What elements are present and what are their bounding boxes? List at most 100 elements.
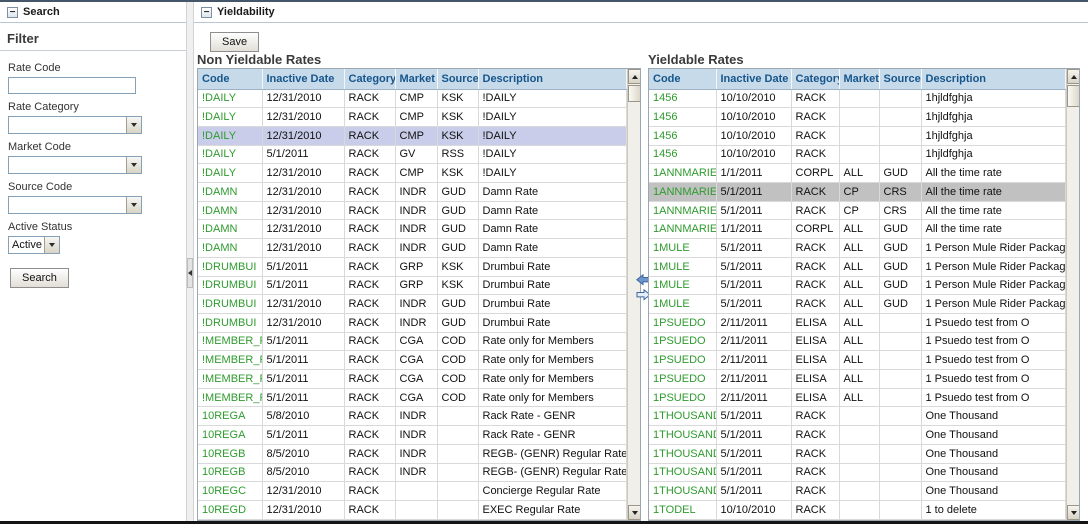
table-row[interactable]: 1THOUSAND5/1/2011RACKOne Thousand	[649, 463, 1066, 482]
non-yieldable-rates-title: Non Yieldable Rates	[197, 52, 321, 67]
column-header-inactive-date[interactable]: Inactive Date	[262, 69, 344, 89]
rate-code-input[interactable]	[8, 77, 136, 94]
column-header-category[interactable]: Category	[791, 69, 839, 89]
table-row[interactable]: 145610/10/2010RACK1hjldfghja	[649, 126, 1066, 145]
cell-code: 1ANNMARIE	[649, 164, 716, 183]
table-row[interactable]: !DRUMBUI5/1/2011RACKGRPKSKDrumbui Rate	[198, 257, 627, 276]
table-row[interactable]: !DAMN12/31/2010RACKINDRGUDDamn Rate	[198, 183, 627, 202]
source-code-select[interactable]	[8, 196, 142, 214]
splitter-collapse-handle[interactable]	[187, 258, 193, 288]
column-header-code[interactable]: Code	[649, 69, 716, 89]
table-row[interactable]: 1ANNMARIE5/1/2011RACKCPCRSAll the time r…	[649, 183, 1066, 202]
table-row[interactable]: 10REGB8/5/2010RACKINDRREGB- (GENR) Regul…	[198, 444, 627, 463]
cell-inactive-date: 5/1/2011	[262, 426, 344, 445]
column-header-inactive-date[interactable]: Inactive Date	[716, 69, 791, 89]
column-header-description[interactable]: Description	[921, 69, 1066, 89]
dropdown-arrow-icon[interactable]	[44, 237, 59, 253]
table-row[interactable]: 10REGA5/1/2011RACKINDRRack Rate - GENR	[198, 426, 627, 445]
table-row[interactable]: 1ANNMARIE1/1/2011CORPLALLGUDAll the time…	[649, 220, 1066, 239]
table-row[interactable]: 1THOUSAND5/1/2011RACKOne Thousand	[649, 444, 1066, 463]
cell-code: 1TODEL	[649, 500, 716, 519]
table-row[interactable]: 145610/10/2010RACK1hjldfghja	[649, 108, 1066, 127]
table-row[interactable]: 1PSUEDO2/11/2011ELISAALL1 Psuedo test fr…	[649, 351, 1066, 370]
table-row[interactable]: 1PSUEDO2/11/2011ELISAALL1 Psuedo test fr…	[649, 332, 1066, 351]
table-row[interactable]: !DAILY12/31/2010RACKCMPKSK!DAILY	[198, 89, 627, 108]
table-row[interactable]: 1PSUEDO2/11/2011ELISAALL1 Psuedo test fr…	[649, 313, 1066, 332]
cell-source: GUD	[879, 276, 921, 295]
market-code-select[interactable]	[8, 156, 142, 174]
scrollbar-thumb[interactable]	[1067, 85, 1080, 107]
scroll-up-button[interactable]	[1067, 69, 1080, 84]
column-header-market[interactable]: Market	[395, 69, 437, 89]
scrollbar-thumb[interactable]	[628, 85, 641, 102]
collapse-icon[interactable]: −	[201, 7, 212, 18]
cell-inactive-date: 5/1/2011	[716, 407, 791, 426]
rate-category-select[interactable]	[8, 116, 142, 134]
cell-inactive-date: 5/1/2011	[262, 332, 344, 351]
cell-description: All the time rate	[921, 164, 1066, 183]
table-row[interactable]: 145610/10/2010RACK1hjldfghja	[649, 89, 1066, 108]
dropdown-arrow-icon[interactable]	[126, 117, 141, 133]
table-row[interactable]: 1TODEL10/10/2010RACK1 to delete	[649, 500, 1066, 519]
table-row[interactable]: 1PSUEDO2/11/2011ELISAALL1 Psuedo test fr…	[649, 370, 1066, 389]
table-row[interactable]: !DRUMBUI5/1/2011RACKGRPKSKDrumbui Rate	[198, 276, 627, 295]
table-row[interactable]: 10REGA5/8/2010RACKINDRRack Rate - GENR	[198, 407, 627, 426]
scroll-down-button[interactable]	[628, 505, 641, 520]
column-header-source[interactable]: Source	[879, 69, 921, 89]
cell-category: RACK	[791, 183, 839, 202]
cell-description: !DAILY	[478, 145, 627, 164]
save-button[interactable]: Save	[210, 32, 259, 52]
table-row[interactable]: !DAILY5/1/2011RACKGVRSS!DAILY	[198, 145, 627, 164]
cell-source: GUD	[437, 239, 478, 258]
table-row[interactable]: 1ANNMARIE5/1/2011RACKCPCRSAll the time r…	[649, 201, 1066, 220]
table-row[interactable]: 10REGD12/31/2010RACKEXEC Regular Rate	[198, 500, 627, 519]
table-row[interactable]: 1MULE5/1/2011RACKALLGUD1 Person Mule Rid…	[649, 239, 1066, 258]
table-row[interactable]: 10REGC12/31/2010RACKConcierge Regular Ra…	[198, 482, 627, 501]
cell-market: CMP	[395, 126, 437, 145]
table-row[interactable]: 1PSUEDO2/11/2011ELISAALL1 Psuedo test fr…	[649, 388, 1066, 407]
table-row[interactable]: 1THOUSAND5/1/2011RACKOne Thousand	[649, 407, 1066, 426]
table-row[interactable]: 1ANNMARIE1/1/2011CORPLALLGUDAll the time…	[649, 164, 1066, 183]
column-header-category[interactable]: Category	[344, 69, 395, 89]
dropdown-arrow-icon[interactable]	[126, 197, 141, 213]
table-row[interactable]: !MEMBER_RA...5/1/2011RACKCGACODRate only…	[198, 332, 627, 351]
table-row[interactable]: 10REGB8/5/2010RACKINDRREGB- (GENR) Regul…	[198, 463, 627, 482]
table-row[interactable]: !DAILY12/31/2010RACKCMPKSK!DAILY	[198, 164, 627, 183]
table-row[interactable]: 145610/10/2010RACK1hjldfghja	[649, 145, 1066, 164]
table-row[interactable]: !MEMBER_RA...5/1/2011RACKCGACODRate only…	[198, 388, 627, 407]
scroll-up-button[interactable]	[628, 69, 641, 84]
cell-category: RACK	[344, 407, 395, 426]
panel-splitter[interactable]	[186, 2, 194, 521]
column-header-description[interactable]: Description	[478, 69, 627, 89]
collapse-icon[interactable]: −	[7, 7, 18, 18]
dropdown-arrow-icon[interactable]	[126, 157, 141, 173]
table-row[interactable]: 1MULE5/1/2011RACKALLGUD1 Person Mule Rid…	[649, 257, 1066, 276]
table-row[interactable]: !MEMBER_RA...5/1/2011RACKCGACODRate only…	[198, 370, 627, 389]
column-header-source[interactable]: Source	[437, 69, 478, 89]
table-row[interactable]: !DAMN12/31/2010RACKINDRGUDDamn Rate	[198, 220, 627, 239]
table-row[interactable]: 1MULE5/1/2011RACKALLGUD1 Person Mule Rid…	[649, 276, 1066, 295]
search-button[interactable]: Search	[10, 268, 69, 288]
table-row[interactable]: !DAILY12/31/2010RACKCMPKSK!DAILY	[198, 108, 627, 127]
cell-source	[879, 444, 921, 463]
table-row[interactable]: 1THOUSAND5/1/2011RACKOne Thousand	[649, 426, 1066, 445]
search-panel-header[interactable]: − Search	[0, 2, 186, 23]
column-header-market[interactable]: Market	[839, 69, 879, 89]
cell-code: !DRUMBUI	[198, 276, 262, 295]
table-row[interactable]: !DRUMBUI12/31/2010RACKINDRGUDDrumbui Rat…	[198, 313, 627, 332]
vertical-scrollbar[interactable]	[1066, 69, 1080, 520]
table-row[interactable]: 1THOUSAND5/1/2011RACKOne Thousand	[649, 482, 1066, 501]
table-row[interactable]: !DAMN12/31/2010RACKINDRGUDDamn Rate	[198, 239, 627, 258]
table-row[interactable]: !DAILY12/31/2010RACKCMPKSK!DAILY	[198, 126, 627, 145]
scroll-down-button[interactable]	[1067, 505, 1080, 520]
active-status-select[interactable]: Active	[8, 236, 60, 254]
cell-inactive-date: 5/1/2011	[716, 201, 791, 220]
table-row[interactable]: !DRUMBUI12/31/2010RACKINDRGUDDrumbui Rat…	[198, 295, 627, 314]
cell-code: 1THOUSAND	[649, 407, 716, 426]
yieldability-panel-header[interactable]: − Yieldability	[194, 2, 1088, 23]
table-row[interactable]: !DAMN12/31/2010RACKINDRGUDDamn Rate	[198, 201, 627, 220]
column-header-code[interactable]: Code	[198, 69, 262, 89]
cell-description: REGB- (GENR) Regular Rate	[478, 444, 627, 463]
table-row[interactable]: 1MULE5/1/2011RACKALLGUD1 Person Mule Rid…	[649, 295, 1066, 314]
table-row[interactable]: !MEMBER_RA...5/1/2011RACKCGACODRate only…	[198, 351, 627, 370]
